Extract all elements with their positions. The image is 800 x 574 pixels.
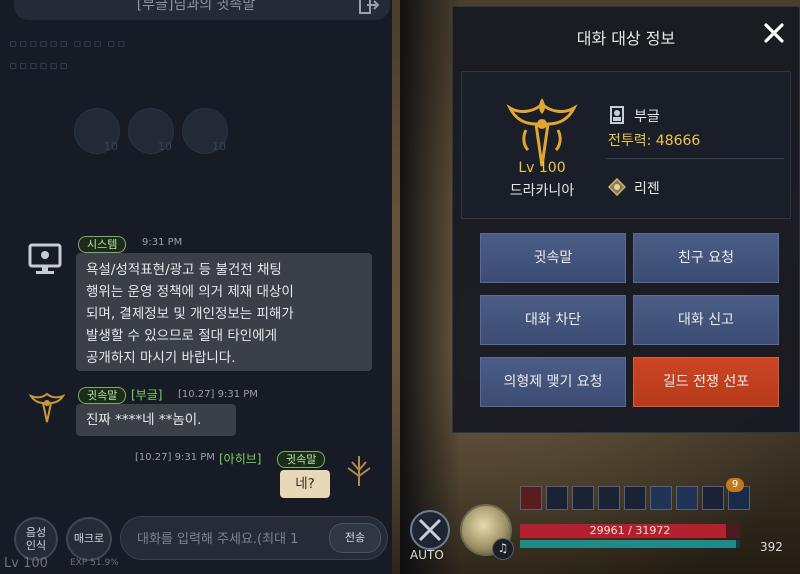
hp-bar: 29961 / 31972: [520, 524, 740, 538]
panel-title: 대화 대상 정보: [576, 29, 676, 48]
chat-input-container: 전송: [120, 516, 388, 560]
skill-slot-icon[interactable]: [624, 486, 646, 510]
system-message-bubble: 욕설/성적표현/광고 등 불건전 채팅 행위는 운영 정책에 의거 제재 대상이…: [76, 253, 372, 371]
faded-background-text: ㅁㅁㅁㅁㅁㅁ: [8, 60, 69, 73]
skill-slot-icon[interactable]: [702, 486, 724, 510]
whisper-tag: 귓속말: [277, 451, 326, 468]
auto-label[interactable]: AUTO: [410, 548, 444, 562]
skill-slot-icon[interactable]: [598, 486, 620, 510]
target-combat-power: 전투력: 48666: [608, 133, 701, 149]
target-server: 리젠: [634, 181, 660, 197]
hp-text: 29961 / 31972: [589, 524, 671, 537]
music-icon[interactable]: ♫: [492, 538, 514, 560]
my-name: [아히브]: [219, 452, 262, 466]
system-monitor-icon: [28, 243, 62, 274]
skill-count-badge: 9: [726, 478, 744, 492]
whisper-tag: 귓속말: [78, 387, 127, 404]
incoming-message-bubble: 진짜 ****네 **놈이.: [76, 404, 236, 436]
faded-count: 10: [104, 140, 118, 153]
faded-background-text: ㅁㅁㅁㅁㅁㅁ ㅁㅁㅁ ㅁㅁ: [8, 38, 127, 51]
faded-count: 10: [158, 140, 172, 153]
system-message-time: 9:31 PM: [142, 237, 183, 248]
skill-slot-icon[interactable]: [546, 486, 568, 510]
guild-war-button[interactable]: 길드 전쟁 선포: [633, 357, 779, 407]
voice-input-label: 인식: [25, 539, 47, 552]
whisper-chat-panel: [부글]님과의 귓속말 ㅁㅁㅁㅁㅁㅁ ㅁㅁㅁ ㅁㅁ ㅁㅁㅁㅁㅁㅁ 10 10 1…: [0, 0, 392, 574]
voice-input-button[interactable]: 음성 인식: [14, 517, 58, 561]
system-message-line: 행위는 운영 정책에 의거 제재 대상이: [86, 284, 294, 300]
outgoing-message-bubble: 네?: [280, 470, 330, 498]
mp-value: 392: [760, 540, 783, 554]
report-chat-button[interactable]: 대화 신고: [633, 295, 779, 345]
system-message-line: 발생할 수 있으므로 절대 타인에게: [86, 328, 278, 344]
target-info-box: Lv 100 드라카니아 부글 전투력: 48666 리젠: [461, 71, 791, 219]
chat-title: [부글]님과의 귓속말: [136, 0, 256, 13]
character-icon: [610, 106, 624, 124]
system-tag: 시스템: [78, 236, 127, 253]
exit-icon[interactable]: [358, 0, 380, 14]
divider: [606, 158, 784, 159]
player-exp-text: EXP 51.9%: [70, 558, 119, 568]
skill-slot-icon[interactable]: [520, 486, 542, 510]
player-level-text: Lv 100: [4, 556, 48, 571]
chat-input[interactable]: [135, 527, 325, 551]
mp-bar: [520, 540, 740, 548]
voice-input-label: 음성: [25, 526, 47, 539]
block-chat-button[interactable]: 대화 차단: [480, 295, 626, 345]
skill-slot-icon[interactable]: [676, 486, 698, 510]
sender-class-emblem-icon[interactable]: [28, 388, 66, 426]
friend-request-button[interactable]: 친구 요청: [633, 233, 779, 283]
macro-button[interactable]: 매크로: [66, 517, 112, 561]
close-icon[interactable]: [763, 22, 785, 44]
target-class: 드라카니아: [509, 183, 575, 199]
send-button[interactable]: 전송: [329, 523, 381, 553]
background-shadow: [400, 0, 460, 574]
incoming-message-time: [10.27] 9:31 PM: [178, 389, 258, 400]
whisper-button[interactable]: 귓속말: [480, 233, 626, 283]
auto-battle-icon[interactable]: [408, 508, 452, 552]
skill-slot-icon[interactable]: [572, 486, 594, 510]
chat-target-info-panel: 대화 대상 정보 Lv 100 드라카니아 부글 전투력: 48666 리젠 귓…: [452, 6, 800, 433]
target-name: 부글: [634, 109, 660, 125]
system-message-line: 욕설/성적표현/광고 등 불건전 채팅: [86, 262, 282, 278]
server-icon: [608, 178, 626, 196]
system-message-line: 공개하지 마시기 바랍니다.: [86, 350, 236, 366]
target-level: Lv 100: [518, 160, 566, 176]
sworn-brothers-button[interactable]: 의형제 맺기 요청: [480, 357, 626, 407]
mp-fill: [520, 540, 736, 548]
sender-name[interactable]: [부글]: [131, 386, 162, 403]
system-message-line: 되며, 결제정보 및 개인정보는 피해가: [86, 306, 294, 322]
my-class-emblem-icon: [347, 456, 371, 486]
faded-count: 10: [212, 140, 226, 153]
skill-slot-icon[interactable]: [650, 486, 672, 510]
outgoing-message-time: [10.27] 9:31 PM: [135, 452, 215, 463]
